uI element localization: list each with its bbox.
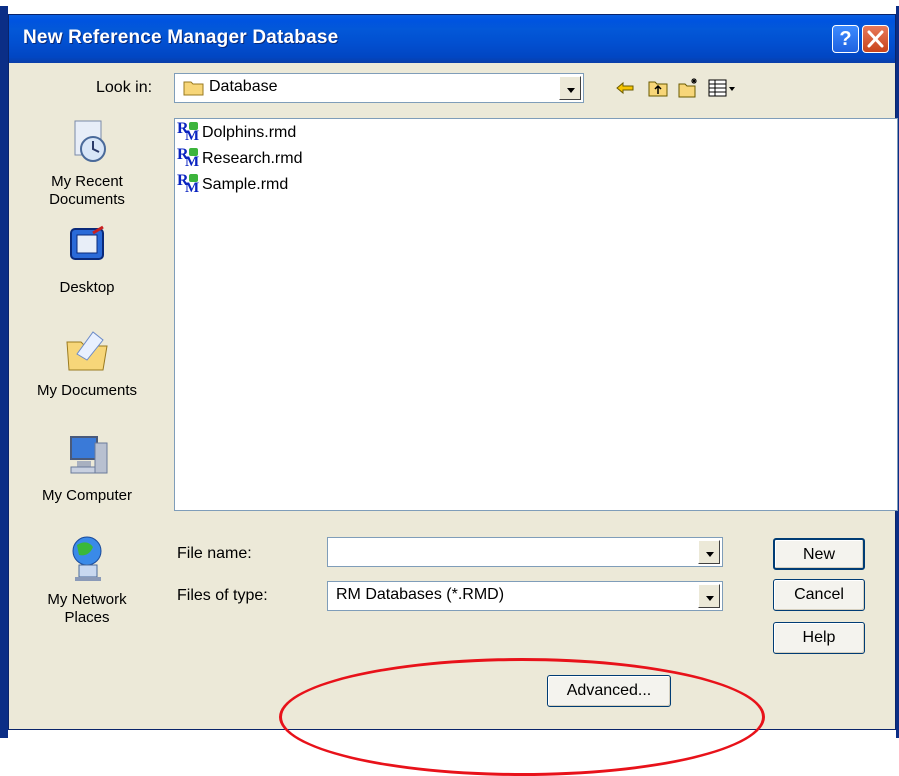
list-item[interactable]: RM Sample.rmd xyxy=(177,172,289,197)
desktop-icon xyxy=(70,225,104,260)
file-name-arrow[interactable] xyxy=(698,540,720,564)
my-computer-icon xyxy=(70,436,108,474)
network-places-icon xyxy=(72,536,102,581)
close-button[interactable] xyxy=(862,25,889,53)
help-title-button[interactable]: ? xyxy=(832,25,859,53)
file-name-input[interactable] xyxy=(327,537,723,567)
window-title: New Reference Manager Database xyxy=(23,27,339,48)
place-my-computer[interactable]: My Computer xyxy=(9,431,165,505)
view-menu-icon[interactable] xyxy=(707,77,737,99)
place-my-network-places[interactable]: My Network Places xyxy=(9,535,165,627)
file-type-label: Files of type: xyxy=(177,587,268,604)
cancel-button-label: Cancel xyxy=(794,586,844,603)
new-folder-icon[interactable] xyxy=(677,77,699,99)
look-in-value: Database xyxy=(209,78,278,95)
file-type-arrow[interactable] xyxy=(698,584,720,608)
place-label-line1: My Recent xyxy=(51,173,123,190)
place-label-line2: Places xyxy=(64,609,110,626)
rm-database-icon: RM xyxy=(177,146,200,170)
title-bar[interactable]: New Reference Manager Database ? xyxy=(9,15,895,63)
place-label-line2: Documents xyxy=(49,191,125,208)
close-icon xyxy=(867,30,884,48)
help-button[interactable]: Help xyxy=(773,622,865,654)
rm-database-icon: RM xyxy=(177,172,200,196)
folder-icon xyxy=(183,81,204,96)
up-folder-icon[interactable] xyxy=(647,77,669,99)
places-bar: My Recent Documents Desktop My Documents xyxy=(9,111,165,651)
list-item[interactable]: RM Dolphins.rmd xyxy=(177,120,297,145)
place-my-recent-documents[interactable]: My Recent Documents xyxy=(9,117,165,209)
back-arrow-icon[interactable] xyxy=(614,77,636,99)
file-type-value: RM Databases (*.RMD) xyxy=(336,586,505,603)
place-label-line1: My Network xyxy=(47,591,127,608)
place-my-documents[interactable]: My Documents xyxy=(9,326,165,400)
help-button-label: Help xyxy=(802,629,836,646)
new-button-label: New xyxy=(802,546,835,563)
place-label: My Computer xyxy=(41,487,133,504)
look-in-label: Look in: xyxy=(96,79,153,96)
file-name: Research.rmd xyxy=(202,150,303,167)
file-type-dropdown[interactable]: RM Databases (*.RMD) xyxy=(327,581,723,611)
place-label: My Documents xyxy=(36,382,138,399)
place-desktop[interactable]: Desktop xyxy=(9,223,165,297)
look-in-arrow[interactable] xyxy=(559,76,581,100)
look-in-dropdown[interactable]: Database xyxy=(174,73,584,103)
file-name: Sample.rmd xyxy=(202,176,289,193)
my-documents-icon xyxy=(66,331,108,371)
cancel-button[interactable]: Cancel xyxy=(773,579,865,611)
rm-database-icon: RM xyxy=(177,120,200,144)
list-item[interactable]: RM Research.rmd xyxy=(177,146,303,171)
recent-documents-icon xyxy=(74,120,106,162)
place-label: Desktop xyxy=(59,279,115,296)
file-name: Dolphins.rmd xyxy=(202,124,297,141)
new-button[interactable]: New xyxy=(773,538,865,570)
annotation-ellipse xyxy=(279,658,765,776)
file-list[interactable]: RM Dolphins.rmd RM Research.rmd RM Sampl… xyxy=(174,118,898,511)
file-name-label: File name: xyxy=(177,545,252,562)
dialog-window: New Reference Manager Database ? Look in… xyxy=(8,14,898,730)
